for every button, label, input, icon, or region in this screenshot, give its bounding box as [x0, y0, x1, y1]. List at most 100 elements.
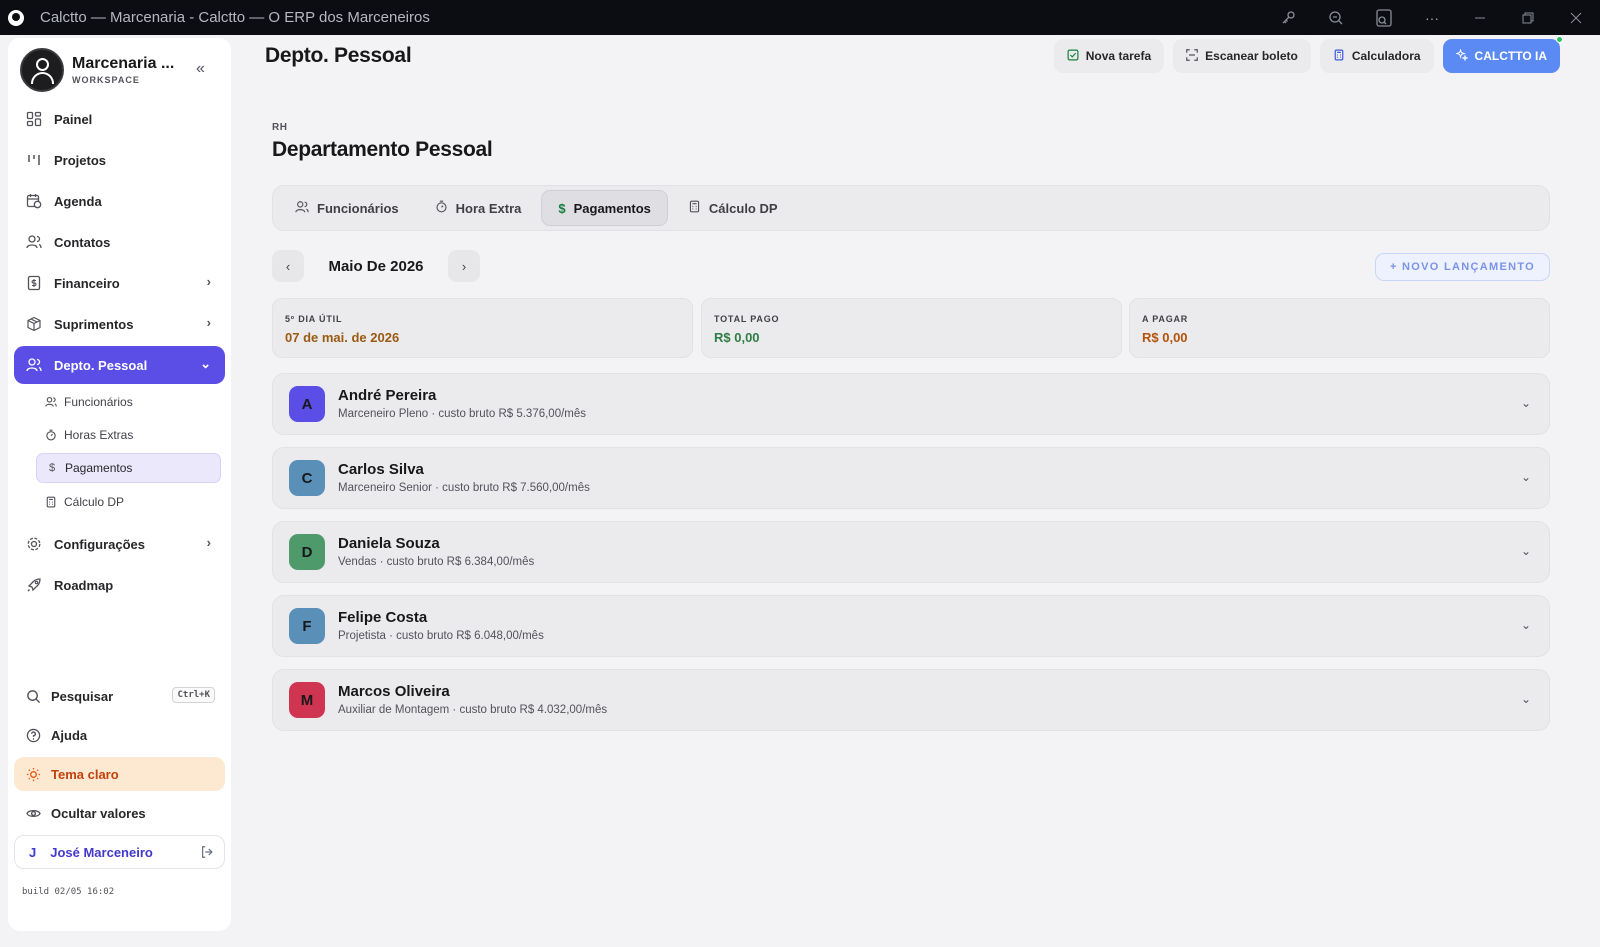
sparkles-icon [1454, 47, 1469, 64]
theme-toggle-button[interactable]: Tema claro [14, 757, 225, 791]
employee-avatar: C [289, 460, 325, 496]
package-icon [24, 314, 44, 334]
employee-row[interactable]: C Carlos Silva Marceneiro Senior · custo… [272, 447, 1550, 509]
more-options-icon[interactable]: ··· [1408, 0, 1456, 35]
calculator-icon [688, 200, 701, 216]
dollar-icon: $ [558, 200, 566, 216]
search-icon [24, 689, 42, 704]
hide-values-button[interactable]: Ocultar valores [14, 796, 225, 830]
stat-value: 07 de mai. de 2026 [285, 330, 400, 345]
employee-name: Felipe Costa [338, 609, 428, 626]
tab-calculo-dp[interactable]: Cálculo DP [672, 190, 794, 226]
tab-funcionarios[interactable]: Funcionários [279, 190, 415, 226]
sun-icon [24, 767, 42, 782]
employee-avatar: F [289, 608, 325, 644]
tab-bar: Funcionários Hora Extra $ Pagamentos Cál… [272, 185, 1550, 231]
restore-icon[interactable] [1504, 0, 1552, 35]
calculator-button[interactable]: Calculadora [1319, 39, 1434, 73]
scan-boleto-button[interactable]: Escanear boleto [1173, 39, 1311, 73]
sidebar: Marcenaria ... WORKSPACE « Painel Projet… [8, 38, 231, 931]
nav-item-projetos[interactable]: Projetos [14, 141, 225, 179]
calendar-clock-icon [24, 191, 44, 211]
new-entry-button[interactable]: + NOVO LANÇAMENTO [1374, 253, 1550, 281]
section-kicker: RH [272, 122, 288, 133]
tab-pagamentos[interactable]: $ Pagamentos [541, 190, 668, 226]
window-titlebar: Calctto — Marcenaria - Calctto — O ERP d… [0, 0, 1600, 35]
close-icon[interactable] [1552, 0, 1600, 35]
new-task-button[interactable]: Nova tarefa [1053, 39, 1165, 73]
employee-meta: Projetista · custo bruto R$ 6.048,00/mês [338, 630, 544, 642]
timer-icon [44, 429, 58, 441]
previous-month-button[interactable]: ‹ [272, 250, 304, 282]
month-navigator: ‹ Maio De 2026 › [272, 250, 480, 282]
employee-row[interactable]: F Felipe Costa Projetista · custo bruto … [272, 595, 1550, 657]
employee-name: Daniela Souza [338, 535, 440, 552]
chevron-right-icon: › [461, 258, 467, 274]
collapse-sidebar-icon[interactable]: « [196, 60, 205, 78]
stat-card-to-pay: A PAGAR R$ 0,00 [1129, 298, 1550, 358]
nav-item-configuracoes[interactable]: Configurações › [14, 525, 225, 563]
help-button[interactable]: Ajuda [14, 718, 225, 752]
chevron-left-icon: ‹ [285, 258, 291, 274]
stat-card-5th-business-day: 5º DIA ÚTIL 07 de mai. de 2026 [272, 298, 693, 358]
employee-row[interactable]: D Daniela Souza Vendas · custo bruto R$ … [272, 521, 1550, 583]
logout-icon[interactable] [200, 845, 214, 862]
subnav-item-pagamentos[interactable]: $ Pagamentos [36, 453, 221, 483]
chevron-down-icon[interactable]: ⌄ [1521, 692, 1531, 706]
search-shortcut-badge: Ctrl+K [172, 687, 215, 703]
tab-hora-extra[interactable]: Hora Extra [419, 190, 538, 226]
calculator-icon [44, 496, 58, 508]
employee-row[interactable]: M Marcos Oliveira Auxiliar de Montagem ·… [272, 669, 1550, 731]
nav-item-painel[interactable]: Painel [14, 100, 225, 138]
employee-name: Carlos Silva [338, 461, 424, 478]
calctto-ia-button[interactable]: CALCTTO IA [1442, 36, 1563, 73]
nav-item-contatos[interactable]: Contatos [14, 223, 225, 261]
timer-icon [435, 200, 448, 216]
chevron-down-icon: ⌄ [200, 356, 211, 371]
chevron-down-icon[interactable]: ⌄ [1521, 396, 1531, 410]
stat-card-total-paid: TOTAL PAGO R$ 0,00 [701, 298, 1122, 358]
nav-item-roadmap[interactable]: Roadmap [14, 566, 225, 604]
check-square-icon [1067, 49, 1079, 64]
workspace-name: Marcenaria ... [72, 55, 175, 72]
stat-value: R$ 0,00 [714, 330, 760, 345]
nav-item-suprimentos[interactable]: Suprimentos › [14, 305, 225, 343]
employee-meta: Vendas · custo bruto R$ 6.384,00/mês [338, 556, 535, 568]
key-icon[interactable] [1264, 0, 1312, 35]
search-button[interactable]: Pesquisar Ctrl+K [14, 679, 225, 713]
top-actions: Nova tarefa Escanear boleto Calculadora … [1053, 36, 1563, 73]
chevron-down-icon[interactable]: ⌄ [1521, 544, 1531, 558]
chevron-down-icon[interactable]: ⌄ [1521, 470, 1531, 484]
subnav-item-horas-extras[interactable]: Horas Extras [36, 420, 221, 450]
gear-icon [24, 534, 44, 554]
next-month-button[interactable]: › [448, 250, 480, 282]
chevron-down-icon[interactable]: ⌄ [1521, 618, 1531, 632]
page-title: Depto. Pessoal [265, 44, 412, 67]
minimize-icon[interactable] [1456, 0, 1504, 35]
workspace-brand[interactable]: Marcenaria ... WORKSPACE [20, 48, 174, 92]
window-title: Calctto — Marcenaria - Calctto — O ERP d… [40, 9, 430, 26]
employee-name: Marcos Oliveira [338, 683, 450, 700]
employee-row[interactable]: A André Pereira Marceneiro Pleno · custo… [272, 373, 1550, 435]
subnav-item-calculo-dp[interactable]: Cálculo DP [36, 487, 221, 517]
scan-icon [1186, 48, 1198, 64]
users-icon [24, 232, 44, 252]
nav-item-financeiro[interactable]: Financeiro › [14, 264, 225, 302]
nav-item-agenda[interactable]: Agenda [14, 182, 225, 220]
screen-search-icon[interactable] [1360, 0, 1408, 35]
dashboard-icon [24, 109, 44, 129]
user-profile[interactable]: J José Marceneiro [14, 835, 225, 869]
user-name: José Marceneiro [50, 844, 153, 860]
subnav-item-funcionarios[interactable]: Funcionários [36, 387, 221, 417]
eye-icon [24, 806, 42, 821]
zoom-icon[interactable] [1312, 0, 1360, 35]
employee-avatar: D [289, 534, 325, 570]
rocket-icon [24, 575, 44, 595]
nav-item-depto-pessoal[interactable]: Depto. Pessoal ⌄ [14, 346, 225, 384]
employee-name: André Pereira [338, 387, 437, 404]
section-title: Departamento Pessoal [272, 138, 493, 161]
app-logo-icon [8, 9, 24, 26]
workspace-label: WORKSPACE [72, 75, 140, 85]
calculator-icon [1333, 49, 1345, 64]
month-label: Maio De 2026 [328, 257, 424, 275]
